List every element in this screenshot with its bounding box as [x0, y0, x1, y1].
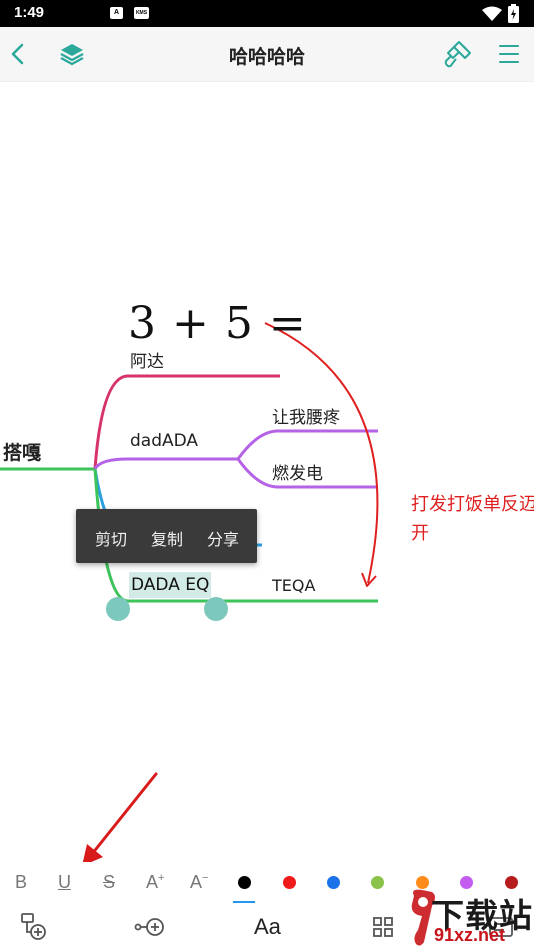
bold-button[interactable]: B: [15, 872, 27, 893]
node-rangwo[interactable]: 让我腰疼: [272, 403, 340, 428]
formula-node[interactable]: 3 + 5 =: [128, 298, 307, 349]
color-swatch-green[interactable]: [371, 876, 384, 889]
annotation-arrow-line: [264, 322, 379, 584]
copy-menu-item[interactable]: 复制: [151, 526, 183, 550]
text-style-button[interactable]: Aa: [254, 914, 281, 940]
layout-icon[interactable]: [372, 916, 394, 938]
underline-button[interactable]: U: [58, 872, 71, 893]
branch-line-dadada: [93, 457, 238, 470]
font-size-increase-button[interactable]: A+: [146, 872, 164, 893]
add-sibling-node-icon[interactable]: [134, 916, 166, 938]
node-ranfa[interactable]: 燃发电: [272, 459, 323, 484]
add-child-node-icon[interactable]: [20, 912, 48, 942]
color-swatch-red[interactable]: [283, 876, 296, 889]
branch-line-ada: [93, 374, 280, 470]
color-swatch-black[interactable]: [238, 876, 251, 889]
mindmap-connectors: [0, 322, 379, 603]
active-color-indicator: [233, 901, 255, 903]
node-teqa[interactable]: TEQA: [272, 576, 315, 595]
annotation-line-1: 打发打饭单反迈: [411, 494, 534, 515]
watermark-url: 91xz.net: [434, 925, 506, 945]
pointer-arrow-icon: [82, 772, 158, 866]
color-swatch-blue[interactable]: [327, 876, 340, 889]
branch-line-rangwo: [236, 429, 378, 460]
annotation-text[interactable]: 打发打饭单反迈 开: [411, 490, 534, 548]
strikethrough-button[interactable]: S: [103, 872, 115, 893]
context-menu: 剪切 复制 分享: [76, 509, 257, 563]
selected-node-dada-eq[interactable]: DADA EQ: [129, 572, 212, 598]
annotation-line-2: 开: [411, 523, 429, 544]
font-size-decrease-button[interactable]: A−: [190, 872, 208, 893]
selection-handle-end[interactable]: [204, 597, 228, 621]
node-ada[interactable]: 阿达: [130, 347, 164, 372]
node-dadada[interactable]: dadADA: [130, 431, 198, 451]
cut-menu-item[interactable]: 剪切: [95, 526, 127, 550]
selection-handle-start[interactable]: [106, 597, 130, 621]
root-node[interactable]: 搭嘎: [3, 438, 41, 465]
share-menu-item[interactable]: 分享: [207, 526, 239, 550]
